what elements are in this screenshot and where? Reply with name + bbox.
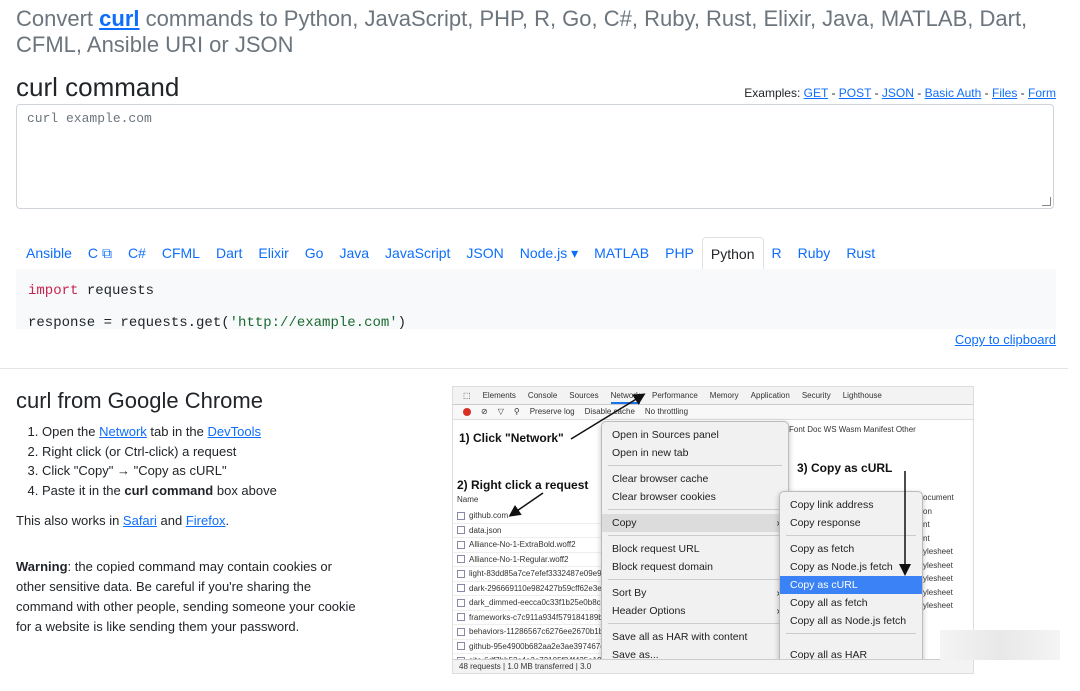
devtools-link[interactable]: DevTools [208,424,261,439]
example-post[interactable]: POST [839,86,871,100]
copy-to-clipboard-link[interactable]: Copy to clipboard [955,332,1056,347]
tab-r[interactable]: R [764,237,790,269]
devtools-status: 48 requests | 1.0 MB transferred | 3.0 [453,659,973,673]
annotation-arrows [508,393,911,576]
network-link[interactable]: Network [99,424,147,439]
tab-ruby[interactable]: Ruby [790,237,839,269]
step-text: Open the [42,424,100,439]
chrome-heading: curl from Google Chrome [16,388,263,413]
external-link-icon: ⧉ [101,245,112,261]
warning-body: : the copied command may contain cookies… [16,559,356,634]
curl-command-heading: curl command [16,72,180,102]
tab-matlab[interactable]: MATLAB [586,237,657,269]
also-text: . [225,513,230,528]
chrome-steps: Open the Network tab in the DevTools Rig… [16,422,277,500]
tab-nodejs[interactable]: Node.js ▾ [512,237,586,269]
tab-ansible[interactable]: Ansible [18,237,80,269]
tab-javascript[interactable]: JavaScript [377,237,458,269]
warning-text: Warning: the copied command may contain … [16,557,356,637]
step-1: Open the Network tab in the DevTools [42,422,277,442]
examples-links: Examples: GET - POST - JSON - Basic Auth… [744,86,1056,100]
step-2: Right click (or Ctrl-click) a request [42,442,277,462]
tab-php[interactable]: PHP [657,237,702,269]
code-text: response = requests.get( [28,315,230,331]
safari-link[interactable]: Safari [123,513,157,528]
code-output: import requests response = requests.get(… [16,269,1056,331]
tab-c[interactable]: C ⧉ [80,237,120,269]
step-bold: curl command [124,482,214,498]
example-basic-auth[interactable]: Basic Auth [925,86,982,100]
curl-input-placeholder: curl example.com [27,111,152,126]
tab-java[interactable]: Java [331,237,377,269]
code-keyword: import [28,283,79,299]
tab-go[interactable]: Go [297,237,332,269]
curl-link[interactable]: curl [99,6,139,31]
blurred-watermark [940,630,1060,660]
step-3: Click "Copy" → "Copy as cURL" [42,461,277,481]
tab-rust[interactable]: Rust [838,237,883,269]
code-text: ) [397,315,407,331]
code-line-2: response = requests.get('http://example.… [28,307,1044,339]
step-text: tab in the [146,424,208,439]
arrow-to-network [570,393,646,440]
caret-down-icon: ▾ [571,245,579,261]
also-text: This also works in [16,513,123,528]
example-get[interactable]: GET [804,86,828,100]
warning-label: Warning [16,559,68,574]
tab-dart[interactable]: Dart [208,237,250,269]
example-form[interactable]: Form [1028,86,1056,100]
code-string: 'http://example.com' [229,315,398,331]
firefox-link[interactable]: Firefox [186,513,226,528]
tab-python[interactable]: Python [701,237,764,270]
arrow-to-request [508,492,544,517]
tab-c-label: C [87,245,99,261]
example-json[interactable]: JSON [882,86,914,100]
example-files[interactable]: Files [992,86,1017,100]
code-text: requests [78,283,155,299]
tab-elixir[interactable]: Elixir [250,237,296,269]
code-line-1: import requests [28,275,1044,307]
resize-handle[interactable] [1042,197,1051,206]
language-tabs: Ansible C ⧉ C# CFML Dart Elixir Go Java … [18,237,883,270]
tab-cfml[interactable]: CFML [154,237,208,269]
tab-json[interactable]: JSON [458,237,511,269]
title-prefix: Convert [16,6,100,31]
page-title: Convert curl commands to Python, JavaScr… [16,6,1066,58]
examples-label: Examples: [744,86,801,100]
devtools-screenshot: ⬚ Elements Console Sources Network Perfo… [452,386,974,674]
title-suffix: commands to Python, JavaScript, PHP, R, … [16,6,1028,57]
step-text: box above [213,482,277,498]
step-4: Paste it in the curl command box above [42,481,277,501]
also-works-text: This also works in Safari and Firefox. [16,513,229,528]
tab-csharp[interactable]: C# [120,237,154,269]
curl-command-input[interactable]: curl example.com [16,104,1054,209]
section-divider [0,368,1068,369]
step-text: Paste it in the [42,482,125,498]
tab-nodejs-label: Node.js [519,245,568,261]
also-text: and [156,513,186,528]
